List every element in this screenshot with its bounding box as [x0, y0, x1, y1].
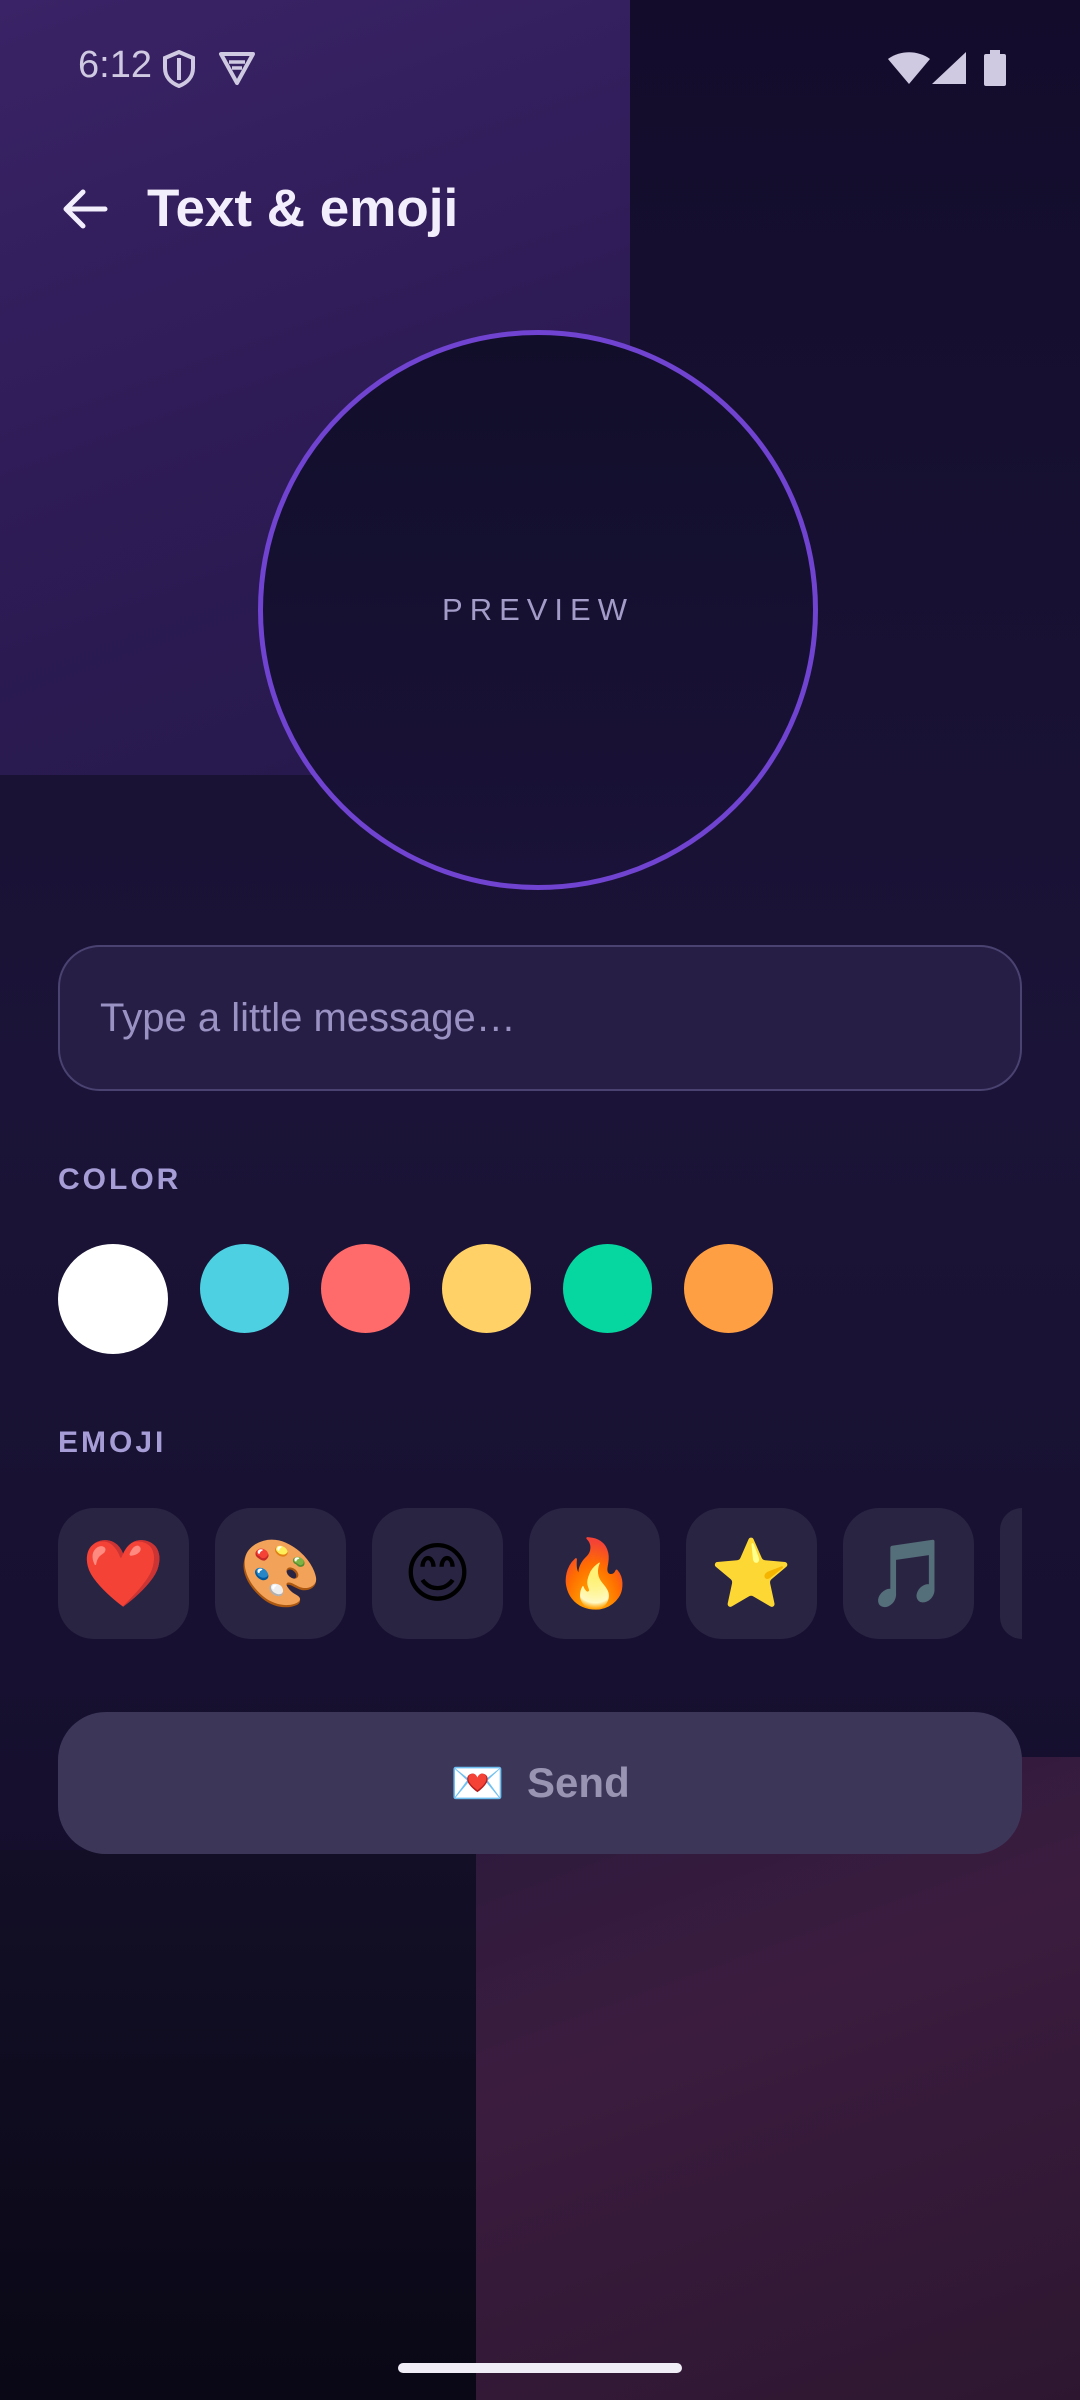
- emoji-more-button[interactable]: [1000, 1508, 1022, 1639]
- background-panel-bottom-left: [0, 1850, 476, 2400]
- shield-icon: [162, 49, 196, 93]
- preview-circle: PREVIEW: [258, 330, 818, 890]
- battery-icon: [984, 50, 1006, 91]
- send-button-label: Send: [527, 1759, 630, 1806]
- emoji-star-button[interactable]: ⭐: [686, 1508, 817, 1639]
- color-swatch-green[interactable]: [563, 1244, 652, 1333]
- status-bar: 6:12: [0, 0, 1080, 136]
- wifi-icon: [888, 52, 930, 89]
- home-indicator[interactable]: [398, 2363, 682, 2373]
- color-swatch-yellow[interactable]: [442, 1244, 531, 1333]
- cellular-signal-icon: [932, 52, 966, 89]
- emoji-palette-button[interactable]: 🎨: [215, 1508, 346, 1639]
- page-title: Text & emoji: [147, 179, 459, 238]
- love-letter-icon: 💌: [450, 1759, 506, 1808]
- message-input[interactable]: [58, 945, 1022, 1091]
- preview-label: PREVIEW: [442, 592, 634, 627]
- emoji-music-button[interactable]: 🎵: [843, 1508, 974, 1639]
- color-swatch-orange[interactable]: [684, 1244, 773, 1333]
- emoji-smile-button[interactable]: 😊: [372, 1508, 503, 1639]
- vpn-icon: [218, 50, 256, 91]
- color-swatch-white[interactable]: [58, 1244, 168, 1354]
- back-button[interactable]: [50, 176, 120, 246]
- emoji-section-label: EMOJI: [58, 1426, 167, 1459]
- color-swatch-cyan[interactable]: [200, 1244, 289, 1333]
- color-section-label: COLOR: [58, 1163, 182, 1196]
- emoji-fire-button[interactable]: 🔥: [529, 1508, 660, 1639]
- emoji-heart-button[interactable]: ❤️: [58, 1508, 189, 1639]
- color-swatch-coral[interactable]: [321, 1244, 410, 1333]
- status-time: 6:12: [78, 44, 152, 86]
- send-button[interactable]: 💌 Send: [58, 1712, 1022, 1854]
- arrow-back-icon: [61, 187, 109, 236]
